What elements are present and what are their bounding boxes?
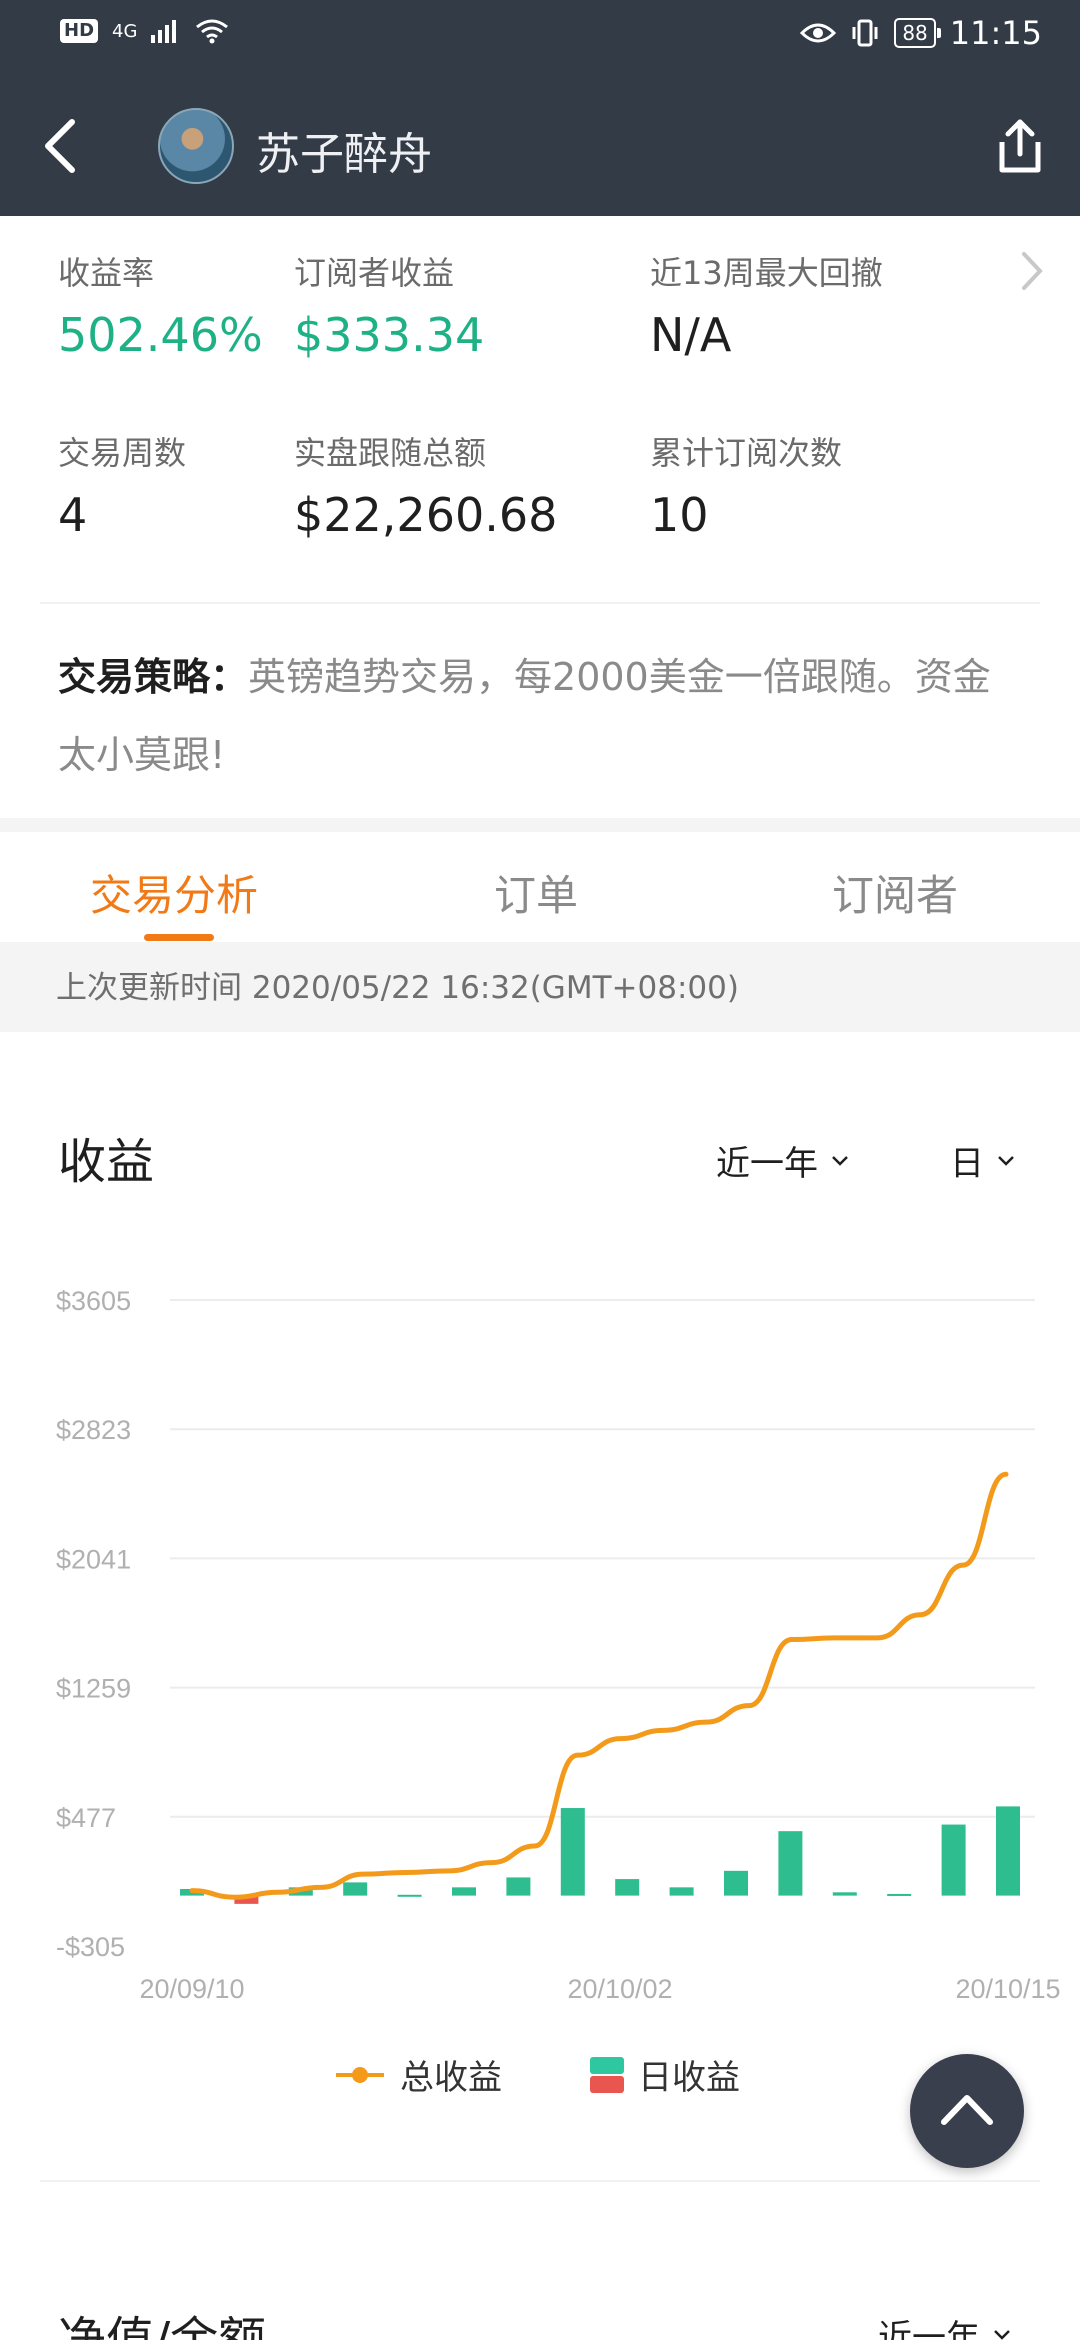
daily-earnings-bar xyxy=(832,1892,857,1896)
stat-label: 订阅者收益 xyxy=(294,254,455,292)
tab-subscribers[interactable]: 订阅者 xyxy=(832,862,958,923)
daily-earnings-bar xyxy=(343,1882,368,1896)
stat-label: 交易周数 xyxy=(58,434,187,472)
stat-subscription-count: 累计订阅次数 10 xyxy=(650,428,842,542)
net-value-range-dropdown[interactable]: 近一年 xyxy=(878,2310,1012,2340)
interval-dropdown[interactable]: 日 xyxy=(950,1136,1016,1185)
daily-earnings-bar xyxy=(452,1887,476,1896)
daily-earnings-bar xyxy=(778,1831,803,1896)
daily-earnings-bar xyxy=(724,1870,748,1896)
legend-daily: 日收益 xyxy=(590,2050,740,2099)
signal-icon xyxy=(151,20,177,43)
y-tick-label: $477 xyxy=(56,1803,116,1833)
line-legend-icon xyxy=(336,2066,384,2083)
app-header: HD 4G 88 11:15 苏子醉舟 xyxy=(0,0,1080,216)
section-separator xyxy=(0,818,1080,832)
bar-legend-icon xyxy=(590,2056,624,2093)
daily-earnings-bar xyxy=(560,1808,585,1896)
legend-total: 总收益 xyxy=(334,2050,502,2099)
x-tick-label: 20/09/10 xyxy=(139,1974,244,2004)
daily-earnings-bar xyxy=(615,1879,640,1896)
chevron-up-icon xyxy=(941,2095,993,2125)
tab-active-indicator xyxy=(144,934,214,941)
stat-label: 累计订阅次数 xyxy=(650,434,843,472)
scroll-to-top-button[interactable] xyxy=(910,2054,1024,2168)
total-earnings-line xyxy=(189,1471,1009,1900)
daily-earnings-bar xyxy=(397,1894,422,1897)
share-icon[interactable] xyxy=(990,116,1050,176)
divider xyxy=(40,2180,1040,2182)
update-time: 上次更新时间 2020/05/22 16:32(GMT+08:00) xyxy=(0,942,1080,1032)
range-dropdown-label: 近一年 xyxy=(716,1144,818,1184)
back-arrow-icon[interactable] xyxy=(38,116,88,176)
net-value-title: 净值/余额 xyxy=(58,2312,267,2340)
tab-trading-analysis[interactable]: 交易分析 xyxy=(90,862,258,923)
battery-indicator: 88 xyxy=(894,18,942,48)
daily-earnings-bar xyxy=(996,1806,1020,1896)
vibrate-icon xyxy=(852,19,878,47)
eye-icon xyxy=(800,23,837,43)
stat-value: 10 xyxy=(650,488,709,542)
chevron-down-icon xyxy=(994,2329,1010,2340)
net-value-range-label: 近一年 xyxy=(878,2318,980,2340)
hd-indicator: HD xyxy=(60,19,99,43)
wifi-icon xyxy=(196,19,229,44)
stat-value: 502.46% xyxy=(58,308,263,362)
strategy-text: 交易策略：英镑趋势交易，每2000美金一倍跟随。资金太小莫跟! xyxy=(58,638,1018,794)
stat-value: $22,260.68 xyxy=(294,488,558,542)
chevron-down-icon xyxy=(998,1155,1014,1166)
stat-label: 实盘跟随总额 xyxy=(294,434,487,472)
x-tick-label: 20/10/02 xyxy=(567,1974,672,2004)
nav-bar: 苏子醉舟 xyxy=(0,72,1080,216)
y-tick-label: $1259 xyxy=(56,1674,131,1704)
stat-max-drawdown: 近13周最大回撤 N/A xyxy=(650,248,883,362)
y-tick-label: $2823 xyxy=(56,1415,131,1445)
daily-earnings-bar xyxy=(506,1877,531,1896)
strategy-label: 交易策略： xyxy=(58,655,249,699)
stat-return-rate: 收益率 502.46% xyxy=(58,248,263,362)
legend-daily-label: 日收益 xyxy=(638,2058,740,2098)
clock: 11:15 xyxy=(949,14,1042,52)
divider xyxy=(40,602,1040,604)
earnings-chart: $3605 $2823 $2041 $1259 $477 -$305 20/09/10 20/… xyxy=(56,1286,1061,2004)
tab-orders[interactable]: 订单 xyxy=(494,862,578,923)
tab-bar: 交易分析 订单 订阅者 xyxy=(0,832,1080,942)
daily-earnings-bar xyxy=(887,1893,912,1896)
range-dropdown[interactable]: 近一年 xyxy=(716,1136,850,1185)
stat-value: $333.34 xyxy=(294,308,485,362)
daily-earnings-bar xyxy=(941,1824,966,1896)
status-bar: HD 4G 88 11:15 xyxy=(0,0,1080,72)
page-title: 苏子醉舟 xyxy=(256,129,432,180)
stat-trading-weeks: 交易周数 4 xyxy=(58,428,186,542)
stat-value: 4 xyxy=(58,488,88,542)
earnings-title: 收益 xyxy=(58,1134,155,1190)
chevron-right-icon[interactable] xyxy=(1014,246,1050,296)
chevron-down-icon xyxy=(832,1155,848,1166)
y-tick-label: -$305 xyxy=(56,1932,125,1962)
y-tick-label: $3605 xyxy=(56,1286,131,1316)
x-tick-label: 20/10/15 xyxy=(955,1974,1060,2004)
stat-label: 收益率 xyxy=(58,254,155,292)
stat-label: 近13周最大回撤 xyxy=(650,254,883,292)
stat-subscriber-earnings: 订阅者收益 $333.34 xyxy=(294,248,484,362)
network-type: 4G xyxy=(112,20,138,42)
stat-value: N/A xyxy=(650,308,732,362)
legend-total-label: 总收益 xyxy=(400,2058,502,2098)
stat-follow-total: 实盘跟随总额 $22,260.68 xyxy=(294,428,557,542)
interval-dropdown-label: 日 xyxy=(950,1144,984,1184)
daily-earnings-bar xyxy=(669,1887,694,1896)
avatar[interactable] xyxy=(158,108,234,184)
y-tick-label: $2041 xyxy=(56,1544,131,1574)
